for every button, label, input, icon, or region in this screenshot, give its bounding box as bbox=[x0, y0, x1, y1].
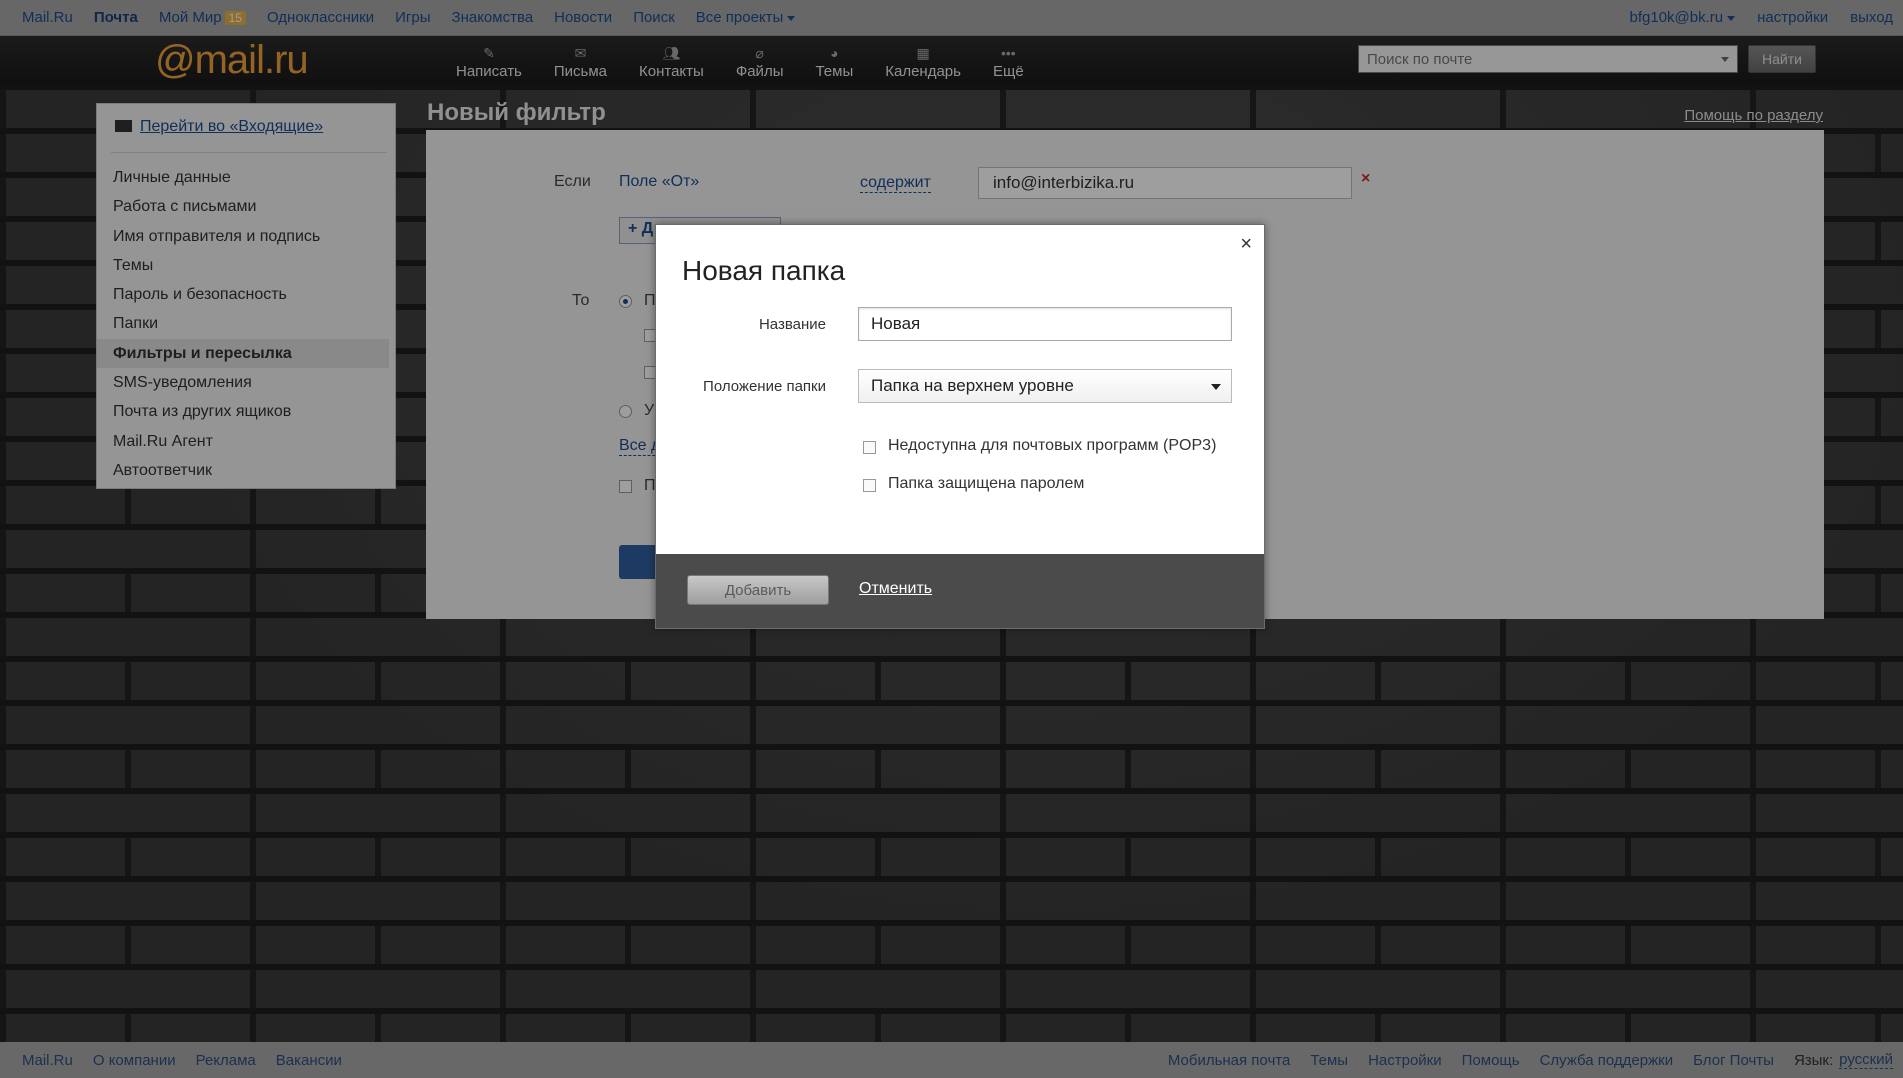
folder-position-value: Папка на верхнем уровне bbox=[871, 376, 1074, 395]
new-folder-dialog: Новая папка × Название Положение папки П… bbox=[655, 224, 1265, 629]
dialog-footer: Добавить Отменить bbox=[656, 554, 1264, 628]
folder-position-label: Положение папки bbox=[703, 378, 826, 395]
folder-name-label: Название bbox=[758, 316, 826, 333]
chevron-down-icon bbox=[1211, 384, 1221, 390]
cancel-link[interactable]: Отменить bbox=[859, 580, 932, 598]
pop3-unavailable-label[interactable]: Недоступна для почтовых программ (POP3) bbox=[888, 437, 1216, 455]
folder-position-select[interactable]: Папка на верхнем уровне bbox=[858, 369, 1232, 403]
pop3-unavailable-checkbox[interactable] bbox=[863, 441, 876, 454]
folder-name-input[interactable] bbox=[858, 307, 1232, 341]
dialog-title: Новая папка bbox=[682, 255, 846, 286]
close-icon[interactable]: × bbox=[1240, 233, 1252, 256]
add-folder-button[interactable]: Добавить bbox=[687, 575, 829, 605]
password-protected-checkbox[interactable] bbox=[863, 479, 876, 492]
password-protected-label[interactable]: Папка защищена паролем bbox=[888, 475, 1084, 493]
